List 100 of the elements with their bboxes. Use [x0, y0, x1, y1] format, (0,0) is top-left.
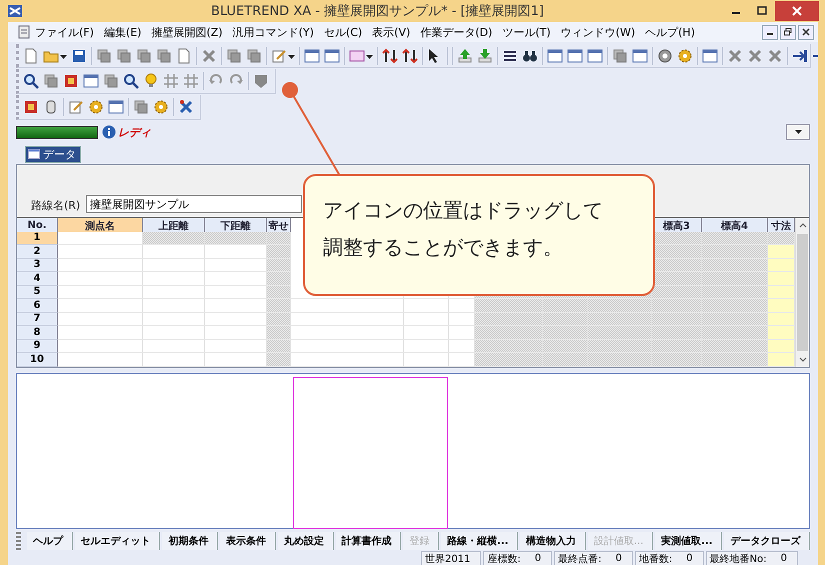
table-cell[interactable] — [205, 272, 267, 286]
table-cell[interactable] — [205, 286, 267, 299]
table-cell[interactable] — [291, 326, 404, 340]
menu-item[interactable]: ツール(T) — [497, 24, 556, 40]
window-icon[interactable] — [324, 48, 340, 64]
window-icon[interactable] — [108, 99, 124, 115]
row-header[interactable]: 5 — [17, 286, 58, 299]
menu-item[interactable]: ウィンドウ(W) — [556, 24, 640, 40]
table-cell[interactable] — [143, 340, 205, 353]
window-icon[interactable] — [304, 48, 320, 64]
menu-item[interactable]: 編集(E) — [98, 24, 146, 40]
table-cell[interactable] — [652, 340, 702, 353]
table-cell[interactable] — [768, 299, 795, 312]
table-cell[interactable] — [702, 326, 768, 340]
table-cell[interactable] — [58, 326, 143, 340]
table-cell[interactable] — [58, 340, 143, 353]
table-cell[interactable] — [449, 299, 475, 312]
row-header[interactable]: 9 — [17, 340, 58, 353]
table-cell[interactable] — [768, 258, 795, 272]
table-cell[interactable] — [543, 299, 588, 312]
table-cell[interactable] — [143, 232, 205, 245]
table-cell[interactable] — [205, 245, 267, 258]
function-tab[interactable]: 初期条件 — [162, 532, 218, 550]
stack-icon[interactable] — [43, 73, 59, 89]
table-cell[interactable] — [404, 340, 449, 353]
pencil-icon[interactable] — [271, 48, 287, 64]
menu-item[interactable]: ヘルプ(H) — [640, 24, 700, 40]
table-cell[interactable] — [58, 232, 143, 245]
table-cell[interactable] — [652, 353, 702, 366]
table-cell[interactable] — [205, 299, 267, 312]
function-tab[interactable]: データクローズ — [724, 532, 810, 550]
table-cell[interactable] — [588, 312, 652, 326]
table-cell[interactable] — [702, 245, 768, 258]
table-cell[interactable] — [702, 312, 768, 326]
stack-icon[interactable] — [156, 48, 172, 64]
table-cell[interactable] — [267, 286, 291, 299]
table-cell[interactable] — [267, 258, 291, 272]
gear-icon[interactable] — [153, 99, 169, 115]
table-cell[interactable] — [702, 286, 768, 299]
table-cell[interactable] — [205, 353, 267, 366]
table-cell[interactable] — [768, 326, 795, 340]
table-cell[interactable] — [143, 258, 205, 272]
table-cell[interactable] — [143, 286, 205, 299]
magnifier-icon[interactable] — [123, 73, 139, 89]
table-cell[interactable] — [291, 299, 404, 312]
table-cell[interactable] — [143, 312, 205, 326]
table-cell[interactable] — [588, 326, 652, 340]
stack-icon[interactable] — [116, 48, 132, 64]
table-cell[interactable] — [205, 232, 267, 245]
function-tab[interactable]: 丸め設定 — [278, 532, 334, 550]
table-cell[interactable] — [449, 340, 475, 353]
table-cell[interactable] — [702, 299, 768, 312]
row-header[interactable]: 10 — [17, 353, 58, 366]
table-cell[interactable] — [404, 299, 449, 312]
grid-icon[interactable] — [183, 73, 199, 89]
window-icon[interactable] — [702, 48, 718, 64]
table-cell[interactable] — [702, 272, 768, 286]
table-cell[interactable] — [291, 353, 404, 366]
window-icon[interactable] — [587, 48, 603, 64]
table-cell[interactable] — [652, 326, 702, 340]
arrow-up-icon[interactable] — [457, 48, 473, 64]
function-tab[interactable]: 路線・縦横... — [441, 532, 518, 550]
table-cell[interactable] — [652, 272, 702, 286]
gear-icon[interactable] — [88, 99, 104, 115]
table-cell[interactable] — [267, 272, 291, 286]
table-cell[interactable] — [543, 340, 588, 353]
data-tab[interactable]: データ — [25, 146, 81, 162]
table-cell[interactable] — [702, 353, 768, 366]
function-tab[interactable]: ヘルプ — [27, 532, 73, 550]
table-cell[interactable] — [267, 299, 291, 312]
stack-icon[interactable] — [226, 48, 242, 64]
arrows-icon[interactable] — [402, 48, 418, 64]
table-cell[interactable] — [404, 312, 449, 326]
table-cell[interactable] — [143, 299, 205, 312]
arrows-icon[interactable] — [382, 48, 398, 64]
table-cell[interactable] — [267, 312, 291, 326]
window-icon[interactable] — [632, 48, 648, 64]
table-cell[interactable] — [267, 340, 291, 353]
minimize-button[interactable] — [762, 24, 778, 40]
row-header[interactable]: 4 — [17, 272, 58, 286]
table-cell[interactable] — [267, 353, 291, 366]
magnifier-icon[interactable] — [23, 73, 39, 89]
block-icon[interactable] — [63, 73, 79, 89]
window-icon[interactable] — [83, 73, 99, 89]
cross-icon[interactable] — [201, 48, 217, 64]
table-cell[interactable] — [702, 340, 768, 353]
function-tab[interactable]: 構造物入力 — [520, 532, 586, 550]
table-cell[interactable] — [291, 312, 404, 326]
menu-item[interactable]: セル(C) — [318, 24, 368, 40]
table-cell[interactable] — [543, 353, 588, 366]
grid-icon[interactable] — [163, 73, 179, 89]
table-cell[interactable] — [449, 326, 475, 340]
table-cell[interactable] — [58, 245, 143, 258]
menu-item[interactable]: ファイル(F) — [30, 24, 99, 40]
scrollbar-thumb[interactable] — [797, 234, 808, 350]
page-icon[interactable] — [23, 48, 39, 64]
table-cell[interactable] — [58, 299, 143, 312]
menu-item[interactable]: 作業データ(D) — [415, 24, 498, 40]
cross-icon[interactable] — [767, 48, 783, 64]
table-cell[interactable] — [143, 326, 205, 340]
